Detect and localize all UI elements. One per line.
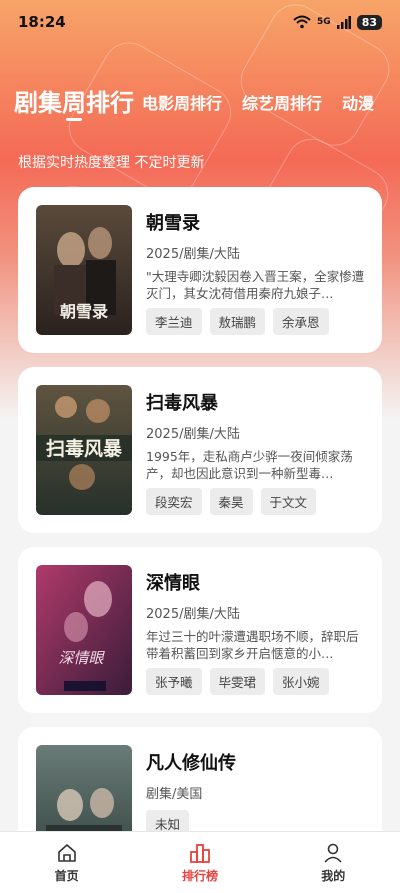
poster-title-text: 朝雪录 [60,302,108,321]
item-title[interactable]: 深情眼 [146,569,368,595]
item-meta: 剧集/美国 [146,787,203,802]
item-meta: 2025/剧集/大陆 [146,607,240,622]
ranking-card[interactable]: 深情眼 深情眼 2025/剧集/大陆 年过三十的叶濛遭遇职场不顺，辞职后带着积蓄… [18,547,382,713]
poster-title-text: 深情眼 [58,649,105,667]
item-title[interactable]: 凡人修仙传 [146,749,368,775]
tab-series-weekly[interactable]: 剧集周排行 [14,83,134,118]
cast-tag[interactable]: 张予曦 [146,668,202,695]
status-time: 18:24 [18,13,66,31]
item-info: 深情眼 2025/剧集/大陆 年过三十的叶濛遭遇职场不顺，辞职后带着积蓄回到家乡… [146,565,368,695]
nav-ranking-label: 排行榜 [181,868,218,883]
item-meta: 2025/剧集/大陆 [146,247,240,262]
cast-tag[interactable]: 毕雯珺 [209,668,266,695]
tab-anime[interactable]: 动漫 [342,90,374,118]
item-info: 凡人修仙传 剧集/美国 未知 [146,745,368,837]
nav-ranking[interactable]: 排行榜 [160,842,240,884]
network-label: 5G [317,17,331,27]
cast-tags: 段奕宏 秦昊 于文文 [146,488,368,515]
poster-title-text: 扫毒风暴 [46,437,123,460]
ranking-card[interactable]: 朝雪录 朝雪录 2025/剧集/大陆 "大理寺卿沈毅因卷入晋王案，全家惨遭灭门，… [18,187,382,353]
cast-tag[interactable]: 李兰迪 [146,308,202,335]
status-bar: 18:24 5G 83 [0,0,400,44]
item-meta: 2025/剧集/大陆 [146,427,240,442]
bottom-nav: 首页 排行榜 我的 [0,831,400,893]
nav-home-label: 首页 [54,868,79,883]
item-info: 朝雪录 2025/剧集/大陆 "大理寺卿沈毅因卷入晋王案，全家惨遭灭门，其女沈荷… [146,205,368,335]
poster-image[interactable]: 扫毒风暴 [36,385,132,515]
item-description: 1995年，走私商卢少骅一夜间倾家荡产，却也因此意识到一种新型毒… [146,449,353,481]
item-description: "大理寺卿沈毅因卷入晋王案，全家惨遭灭门，其女沈荷借用秦府九娘子… [146,269,365,301]
tab-movie-weekly[interactable]: 电影周排行 [142,90,222,118]
cast-tag[interactable]: 秦昊 [209,488,253,515]
status-icons: 5G 83 [293,14,382,30]
cast-tag[interactable]: 段奕宏 [146,488,202,515]
ranking-card[interactable]: 扫毒风暴 扫毒风暴 2025/剧集/大陆 1995年，走私商卢少骅一夜间倾家荡产… [18,367,382,533]
poster-image[interactable]: 朝雪录 [36,205,132,335]
cast-tag[interactable]: 张小婉 [273,668,329,695]
cast-tag[interactable]: 余承恩 [273,308,329,335]
wifi-icon [293,15,311,29]
ranking-subtitle: 根据实时热度整理 不定时更新 [18,155,205,171]
poster-image[interactable]: 深情眼 [36,565,132,695]
cast-tag[interactable]: 敖瑞鹏 [209,308,266,335]
item-description: 年过三十的叶濛遭遇职场不顺，辞职后带着积蓄回到家乡开启惬意的小… [146,629,359,661]
ranking-icon [190,843,210,863]
tab-indicator [66,118,82,121]
signal-icon [336,15,351,29]
item-title[interactable]: 朝雪录 [146,209,368,235]
category-tabs: 剧集周排行 电影周排行 综艺周排行 动漫 [0,74,400,118]
battery-indicator: 83 [356,14,382,30]
item-title[interactable]: 扫毒风暴 [146,389,368,415]
cast-tags: 李兰迪 敖瑞鹏 余承恩 [146,308,368,335]
profile-icon [324,843,342,863]
tab-variety-weekly[interactable]: 综艺周排行 [242,90,322,118]
home-icon [57,843,76,862]
item-info: 扫毒风暴 2025/剧集/大陆 1995年，走私商卢少骅一夜间倾家荡产，却也因此… [146,385,368,515]
nav-profile[interactable]: 我的 [293,842,373,884]
cast-tag[interactable]: 于文文 [260,488,317,515]
cast-tags: 张予曦 毕雯珺 张小婉 [146,668,368,695]
nav-profile-label: 我的 [321,868,346,883]
nav-home[interactable]: 首页 [27,842,107,884]
